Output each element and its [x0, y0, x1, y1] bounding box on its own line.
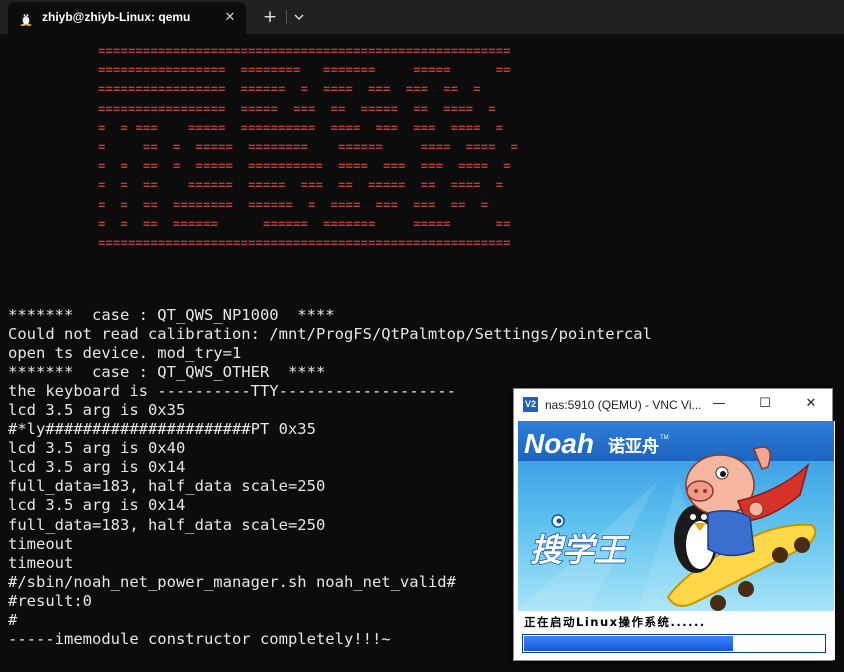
- close-tab-icon[interactable]: ✕: [220, 8, 240, 28]
- brand-text: Noah: [524, 428, 594, 459]
- banner-line: = == = ===== ======== ====== ==== ==== =: [98, 139, 519, 154]
- vnc-title-bar[interactable]: V2 nas:5910 (QEMU) - VNC Vi... — ☐ ✕: [514, 389, 832, 420]
- banner-line: = = == ====== ===== === == ===== == ====…: [98, 178, 504, 193]
- banner-line: = = == ======== ====== = ==== === === ==…: [98, 197, 489, 212]
- boot-progress-fill: [524, 636, 734, 651]
- minimize-button[interactable]: —: [706, 393, 732, 415]
- terminal-line: ******* case : QT_QWS_NP1000 ****: [8, 306, 335, 324]
- terminal-line: ******* case : QT_QWS_OTHER ****: [8, 363, 326, 382]
- new-tab-button[interactable]: +: [259, 7, 281, 27]
- terminal-line: open ts device. mod_try=1: [8, 344, 242, 363]
- terminal-tab[interactable]: zhiyb@zhiyb-Linux: qemu ✕: [8, 2, 246, 34]
- vnc-app-icon: V2: [523, 397, 538, 412]
- brand-chinese: 诺亚舟: [608, 436, 659, 457]
- banner-line: ================= ====== = ==== === === …: [98, 82, 481, 97]
- chevron-down-icon[interactable]: [290, 8, 308, 26]
- banner-line: ========================================…: [98, 235, 511, 250]
- tab-title: zhiyb@zhiyb-Linux: qemu: [42, 10, 191, 24]
- banner-line: ========================================…: [98, 44, 511, 58]
- product-name: 搜学王: [530, 531, 630, 569]
- close-window-button[interactable]: ✕: [798, 393, 824, 415]
- banner-line: = = == ====== ====== ======= ===== ==: [98, 216, 511, 231]
- linux-penguin-icon: [20, 12, 32, 26]
- banner-line: ================= ======== ======= =====…: [98, 63, 511, 78]
- terminal-line: Could not read calibration: /mnt/ProgFS/…: [8, 325, 652, 344]
- vnc-window-title: nas:5910 (QEMU) - VNC Vi...: [545, 398, 702, 412]
- maximize-button[interactable]: ☐: [752, 393, 778, 415]
- brand-trademark: TM: [660, 435, 669, 441]
- boot-status-text: 正在启动Linux操作系统......: [524, 615, 706, 629]
- boot-progress-bar: [522, 634, 826, 653]
- banner-line: = = === ===== ========== ==== === === ==…: [98, 120, 504, 135]
- vnc-remote-screen[interactable]: Noah 诺亚舟 TM 搜学王 正在启动Linux操作系统......: [518, 421, 835, 660]
- noah-splash-screen: Noah 诺亚舟 TM 搜学王: [518, 421, 834, 611]
- tab-divider: [286, 10, 287, 24]
- ascii-art-banner: ========================================…: [98, 42, 518, 253]
- banner-line: ================= ===== === == ===== == …: [98, 101, 496, 116]
- terminal-tab-bar: zhiyb@zhiyb-Linux: qemu ✕ +: [0, 0, 844, 34]
- banner-line: = = == = ===== ========== ==== === === =…: [98, 159, 511, 174]
- vnc-viewer-window[interactable]: V2 nas:5910 (QEMU) - VNC Vi... — ☐ ✕ Noa…: [513, 388, 835, 661]
